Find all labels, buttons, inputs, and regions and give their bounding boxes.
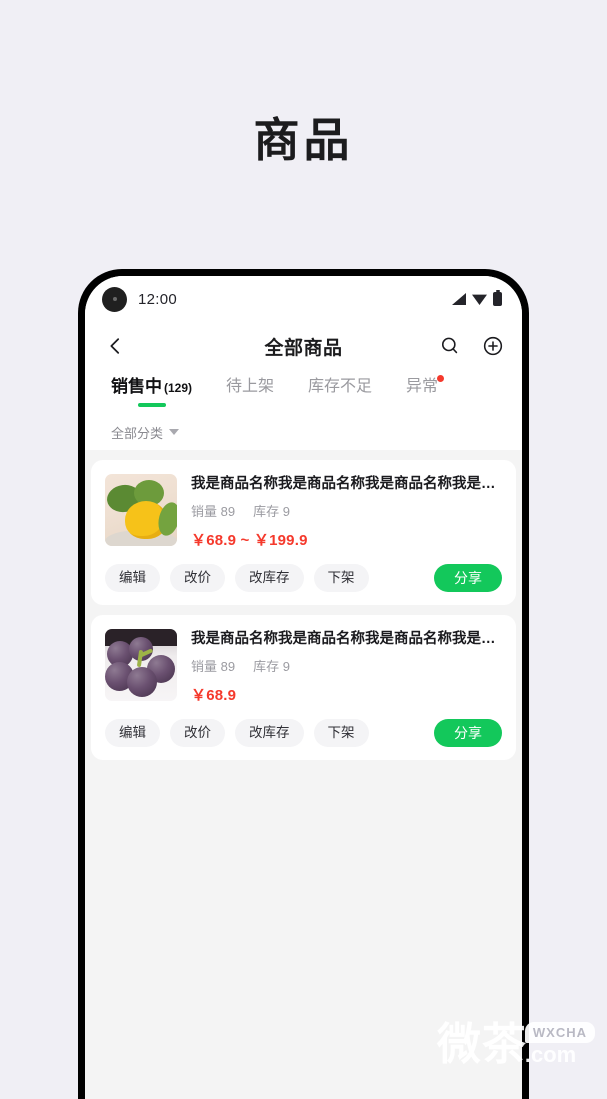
product-meta: 销量 89 库存 9: [191, 501, 502, 520]
search-icon: [441, 337, 458, 354]
product-sales: 销量 89: [191, 656, 235, 675]
change-stock-button[interactable]: 改库存: [235, 719, 304, 747]
nav-actions: [438, 334, 505, 358]
battery-icon: [493, 292, 502, 306]
product-sales-value: 89: [220, 659, 236, 674]
product-price: ￥68.9 ~ ￥199.9: [191, 532, 308, 549]
phone-frame: 12:00 全部商品 销售中 (129) 待上架 库存不足 异常 全部分类 我是…: [78, 269, 529, 1099]
product-meta: 销量 89 库存 9: [191, 656, 502, 675]
tab-abnormal-badge-dot: [437, 375, 445, 382]
product-actions: 编辑 改价 改库存 下架 分享: [105, 564, 502, 592]
edit-button[interactable]: 编辑: [105, 564, 160, 592]
product-card[interactable]: 我是商品名称我是商品名称我是商品名称我是… 销量 89 库存 9 ￥68.9: [91, 460, 516, 605]
product-stock: 库存 9: [253, 656, 290, 675]
chevron-left-icon: [110, 338, 120, 354]
tab-on-sale-label: 销售中: [111, 377, 162, 396]
phone-screen: 12:00 全部商品 销售中 (129) 待上架 库存不足 异常 全部分类 我是…: [85, 276, 522, 1099]
product-sales-label: 销量: [191, 659, 218, 674]
product-stock-value: 9: [282, 504, 290, 519]
wifi-icon: [472, 294, 487, 305]
filter-bar: 全部分类: [85, 414, 522, 450]
product-stock-label: 库存: [253, 659, 280, 674]
tab-abnormal-label: 异常: [406, 378, 439, 395]
product-sales: 销量 89: [191, 501, 235, 520]
tab-on-sale[interactable]: 销售中 (129): [111, 376, 192, 407]
page-title: 商品: [253, 114, 354, 166]
status-bar-right: [452, 292, 502, 306]
tab-bar: 销售中 (129) 待上架 库存不足 异常: [85, 370, 522, 414]
change-stock-button[interactable]: 改库存: [235, 564, 304, 592]
camera-punch-hole-icon: [102, 286, 127, 312]
tab-low-stock[interactable]: 库存不足: [308, 376, 372, 398]
chevron-down-icon: [169, 429, 180, 435]
category-filter-dropdown[interactable]: 全部分类: [111, 423, 180, 442]
watermark-right: WXCHA .com: [524, 1022, 595, 1067]
product-card-top: 我是商品名称我是商品名称我是商品名称我是… 销量 89 库存 9 ￥68.9: [105, 629, 502, 705]
product-list[interactable]: 我是商品名称我是商品名称我是商品名称我是… 销量 89 库存 9 ￥68.9 ~…: [85, 450, 522, 1099]
add-product-button[interactable]: [481, 334, 505, 358]
product-card[interactable]: 我是商品名称我是商品名称我是商品名称我是… 销量 89 库存 9 ￥68.9: [91, 615, 516, 760]
edit-button[interactable]: 编辑: [105, 719, 160, 747]
share-button[interactable]: 分享: [434, 719, 502, 747]
product-info: 我是商品名称我是商品名称我是商品名称我是… 销量 89 库存 9 ￥68.9: [191, 629, 502, 705]
tab-low-stock-label: 库存不足: [308, 378, 373, 395]
product-price: ￥68.9: [191, 687, 237, 704]
change-price-button[interactable]: 改价: [170, 564, 225, 592]
product-sales-label: 销量: [191, 504, 218, 519]
unlist-button[interactable]: 下架: [313, 719, 369, 747]
product-actions: 编辑 改价 改库存 下架 分享: [105, 719, 502, 747]
tab-active-indicator: [137, 403, 166, 407]
product-sales-value: 89: [220, 504, 236, 519]
watermark-domain: .com: [524, 1042, 577, 1067]
product-stock: 库存 9: [253, 501, 290, 520]
watermark-badge: WXCHA: [524, 1022, 595, 1043]
search-button[interactable]: [438, 334, 462, 358]
status-bar: 12:00: [85, 276, 522, 322]
product-thumbnail-mango-image[interactable]: [105, 474, 177, 546]
tab-pending-listing[interactable]: 待上架: [226, 376, 274, 398]
tab-abnormal[interactable]: 异常: [406, 375, 445, 398]
product-stock-label: 库存: [253, 504, 280, 519]
status-bar-time: 12:00: [138, 290, 178, 308]
product-info: 我是商品名称我是商品名称我是商品名称我是… 销量 89 库存 9 ￥68.9: [191, 474, 502, 550]
change-price-button[interactable]: 改价: [170, 719, 225, 747]
unlist-button[interactable]: 下架: [313, 564, 369, 592]
product-stock-value: 9: [282, 659, 290, 674]
plus-circle-icon: [483, 336, 503, 356]
signal-icon: [452, 293, 466, 305]
product-name: 我是商品名称我是商品名称我是商品名称我是…: [191, 631, 496, 647]
product-name: 我是商品名称我是商品名称我是商品名称我是…: [191, 476, 496, 492]
category-filter-label: 全部分类: [111, 425, 164, 441]
status-bar-left: 12:00: [102, 286, 178, 312]
product-thumbnail-grape-image[interactable]: [105, 629, 177, 701]
tab-on-sale-count: (129): [164, 381, 193, 395]
back-button[interactable]: [102, 333, 128, 359]
product-card-top: 我是商品名称我是商品名称我是商品名称我是… 销量 89 库存 9 ￥68.9: [105, 474, 502, 550]
share-button[interactable]: 分享: [434, 564, 502, 592]
tab-pending-listing-label: 待上架: [226, 378, 275, 395]
nav-bar: 全部商品: [85, 322, 522, 370]
